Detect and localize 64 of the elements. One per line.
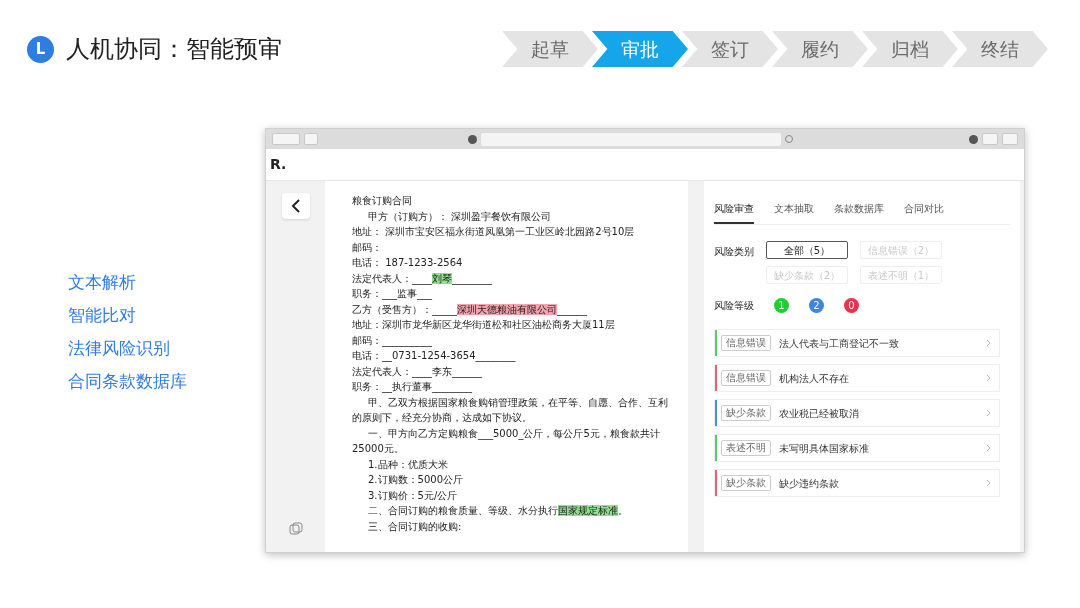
document-line: 一、甲方向乙方定购粮食___5000_公斤，每公斤5元，粮食款共计25000元。 xyxy=(352,426,661,456)
panel-tab[interactable]: 文本抽取 xyxy=(774,201,814,224)
document-line: 三、合同订购的收购: xyxy=(367,519,463,534)
document-line: 甲方（订购方）： 深圳盈宇餐饮有限公司 xyxy=(367,209,553,224)
document-line: 粮食订购合同 xyxy=(352,194,413,208)
document-line: 职务：__执行董事________ xyxy=(352,380,473,395)
risk-tag: 缺少条款 xyxy=(721,405,771,421)
document-line: 法定代表人：____刘琴________ xyxy=(352,271,493,286)
risk-text: 机构法人不存在 xyxy=(779,371,849,386)
document-line: 职务：___监事___ xyxy=(352,287,433,302)
document-line: 甲、乙双方根据国家粮食购销管理政策，在平等、自愿、合作、互利的原则下，经充分协商，达成如下协议。 xyxy=(352,395,669,425)
logo-badge: L xyxy=(27,35,54,63)
risk-item[interactable]: 缺少条款 缺少违约条款 xyxy=(714,469,1000,497)
document-line: 地址： 深圳市宝安区福永街道凤凰第一工业区岭北园路2号10层 xyxy=(352,225,636,239)
step-chevron: 签订 xyxy=(682,31,778,67)
risk-tag: 缺少条款 xyxy=(721,475,771,491)
panel-tab[interactable]: 条款数据库 xyxy=(834,201,884,224)
chevron-right-icon xyxy=(986,444,991,452)
chevron-right-icon xyxy=(986,339,991,347)
slide-title: 人机协同：智能预审 xyxy=(66,34,282,65)
document-line: 法定代表人：____李东______ xyxy=(352,364,483,379)
risk-tag: 信息错误 xyxy=(721,335,771,351)
filter-label: 风险类别 xyxy=(714,245,754,259)
step-chevron: 审批 xyxy=(592,31,688,67)
back-button[interactable] xyxy=(281,193,310,219)
risk-text: 法人代表与工商登记不一致 xyxy=(779,336,899,351)
risk-text: 未写明具体国家标准 xyxy=(779,441,869,456)
step-chevron: 履约 xyxy=(772,31,868,67)
chevron-right-icon xyxy=(986,374,991,382)
chevron-left-icon xyxy=(290,199,301,213)
step-chevron: 归档 xyxy=(862,31,958,67)
document-line: 电话：__0731-1254-3654________ xyxy=(352,349,517,364)
document-line: 电话： 187-1233-2564 xyxy=(352,256,464,270)
address-bar[interactable] xyxy=(481,132,781,146)
risk-text: 农业税已经被取消 xyxy=(779,406,859,421)
panel-tab[interactable]: 合同对比 xyxy=(904,201,944,224)
document-line: 乙方（受售方）：_____深圳天德粮油有限公司______ xyxy=(352,302,588,317)
copy-icon[interactable] xyxy=(288,522,303,536)
risk-tag: 表述不明 xyxy=(721,440,771,456)
document-line: 地址：深圳市龙华新区龙华街道松和社区油松商务大厦11层 xyxy=(352,318,616,332)
feature-label: 文本解析 xyxy=(68,271,137,294)
risk-item[interactable]: 信息错误 法人代表与工商登记不一致 xyxy=(714,329,1000,357)
risk-tag: 信息错误 xyxy=(721,370,771,386)
step-chevron: 起草 xyxy=(502,31,598,67)
document-line: 二、合同订购的粮食质量、等级、水分执行国家规定标准。 xyxy=(367,504,629,518)
risk-item[interactable]: 表述不明 未写明具体国家标准 xyxy=(714,434,1000,462)
level-label: 风险等级 xyxy=(714,299,754,313)
document-line: 2.订购数：5000公斤 xyxy=(367,473,464,487)
risk-text: 缺少违约条款 xyxy=(779,476,839,491)
app-logo: R. xyxy=(270,155,287,174)
risk-item[interactable]: 信息错误 机构法人不存在 xyxy=(714,364,1000,392)
document-line: 邮码：__________ xyxy=(352,333,433,348)
filter-chip[interactable]: 全部（5） xyxy=(766,241,848,259)
document-line: 邮码： xyxy=(352,240,383,255)
feature-label: 智能比对 xyxy=(68,304,137,327)
risk-item[interactable]: 缺少条款 农业税已经被取消 xyxy=(714,399,1000,427)
feature-label: 法律风险识别 xyxy=(68,337,171,360)
panel-tab[interactable]: 风险审查 xyxy=(714,201,754,224)
step-chevron: 终结 xyxy=(952,31,1048,67)
chevron-right-icon xyxy=(986,479,991,487)
document-line: 1.品种：优质大米 xyxy=(367,457,449,472)
document-line: 3.订购价：5元/公斤 xyxy=(367,488,459,503)
chevron-right-icon xyxy=(986,409,991,417)
feature-label: 合同条款数据库 xyxy=(68,370,188,393)
